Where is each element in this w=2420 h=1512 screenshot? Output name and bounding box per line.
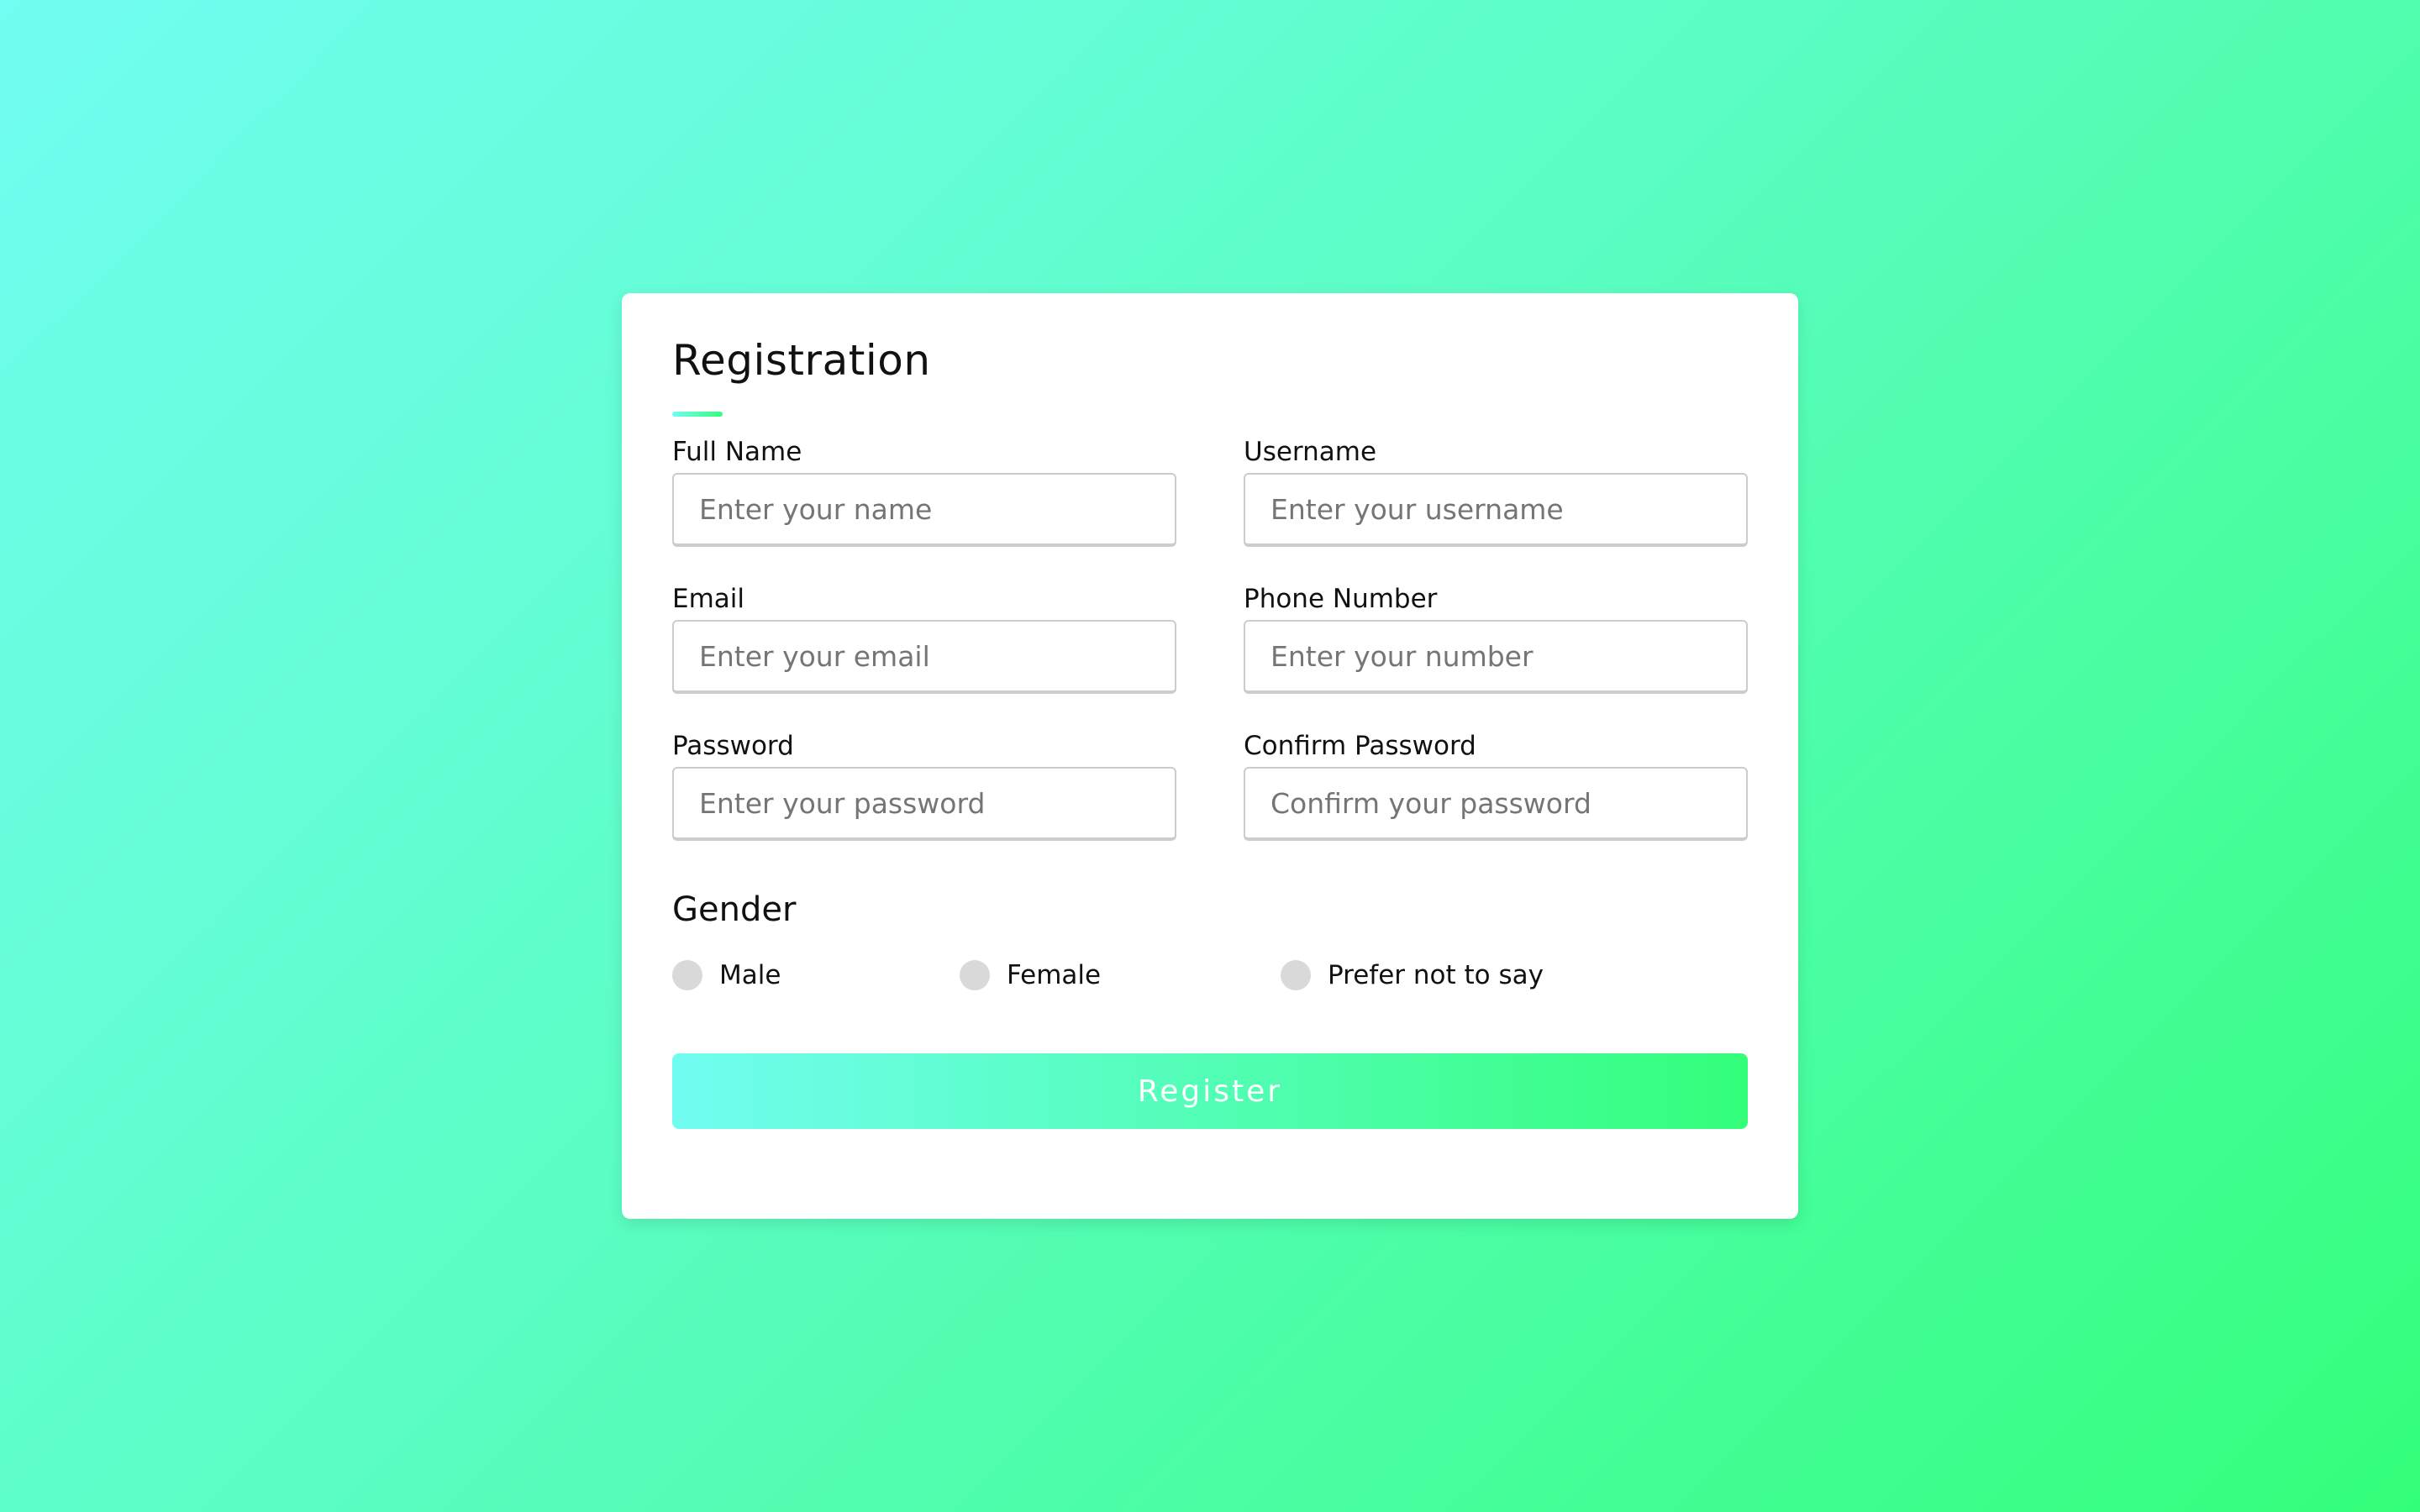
gender-title: Gender [672,890,797,930]
username-input[interactable] [1244,473,1748,548]
email-field: Email [672,584,1176,695]
gender-option-female[interactable]: Female [960,960,1281,991]
phone-number-field: Phone Number [1244,584,1748,695]
email-label: Email [672,584,745,615]
male-label: Male [719,960,781,991]
confirm-password-field: Confirm Password [1244,731,1748,842]
form-fields: Full Name Username Email Phone Number Pa… [672,437,1748,842]
gender-options: Male Female Prefer not to say [672,960,1748,991]
female-radio[interactable] [960,960,990,991]
phone-number-input[interactable] [1244,620,1748,695]
registration-card: Registration Full Name Username Email Ph… [622,293,1798,1219]
female-label: Female [1007,960,1102,991]
username-field: Username [1244,437,1748,548]
prefer-not-to-say-radio[interactable] [1281,960,1311,991]
page-title: Registration [672,336,931,385]
confirm-password-input[interactable] [1244,767,1748,842]
phone-number-label: Phone Number [1244,584,1438,615]
gender-option-male[interactable]: Male [672,960,960,991]
username-label: Username [1244,437,1377,467]
password-input[interactable] [672,767,1176,842]
register-button[interactable]: Register [672,1053,1748,1130]
title-underline [672,412,723,417]
password-label: Password [672,731,794,762]
form-header: Registration [672,339,931,417]
confirm-password-label: Confirm Password [1244,731,1476,762]
prefer-not-to-say-label: Prefer not to say [1328,960,1544,991]
gender-option-prefer-not-to-say[interactable]: Prefer not to say [1281,960,1544,991]
password-field: Password [672,731,1176,842]
full-name-field: Full Name [672,437,1176,548]
male-radio[interactable] [672,960,702,991]
full-name-label: Full Name [672,437,802,467]
full-name-input[interactable] [672,473,1176,548]
email-input[interactable] [672,620,1176,695]
